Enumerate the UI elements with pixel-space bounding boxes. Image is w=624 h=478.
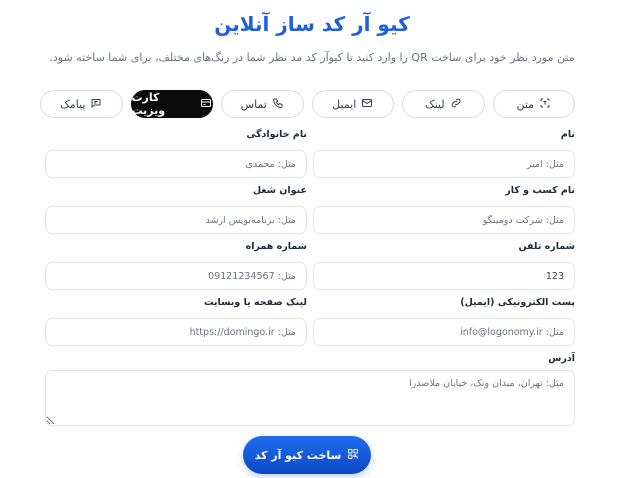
company-label: نام کسب و کار [505, 185, 575, 196]
generate-qr-label: ساخت کیو آر کد [254, 448, 342, 462]
mobile-label: شماره همراه [245, 241, 307, 252]
last-name-input[interactable] [45, 150, 307, 178]
last-name-label: نام خانوادگی [246, 129, 307, 140]
tab-label: پیامک [60, 97, 86, 111]
qr-type-tabs: متن لینک ایمیل تماس کارت ویزیت پیامک [40, 90, 575, 118]
page-subtitle: متن مورد نظر خود برای ساخت QR را وارد کن… [49, 51, 575, 64]
email-label: پست الکترونیکی (ایمیل) [460, 297, 575, 308]
tab-label: لینک [424, 97, 445, 111]
tab-business-card[interactable]: کارت ویزیت [130, 90, 213, 118]
mail-icon [361, 97, 373, 112]
tab-text[interactable]: متن [492, 90, 575, 118]
tab-email[interactable]: ایمیل [311, 90, 394, 118]
job-title-group: عنوان شغل [45, 184, 307, 234]
link-icon [450, 97, 462, 112]
phone-input[interactable] [313, 262, 575, 290]
job-title-label: عنوان شغل [252, 185, 307, 196]
tab-label: ایمیل [332, 97, 357, 111]
generate-qr-button[interactable]: ساخت کیو آر کد [243, 436, 371, 474]
tab-contact[interactable]: تماس [221, 90, 304, 118]
email-group: پست الکترونیکی (ایمیل) [313, 296, 575, 346]
phone-group: شماره تلفن [313, 240, 575, 290]
website-input[interactable] [45, 318, 307, 346]
address-label: آدرس [548, 353, 575, 364]
tab-label: کارت ویزیت [131, 91, 166, 117]
tab-link[interactable]: لینک [402, 90, 485, 118]
tab-sms[interactable]: پیامک [40, 90, 123, 118]
mobile-input[interactable] [45, 262, 307, 290]
website-group: لینک صفحه یا وبسایت [45, 296, 307, 346]
company-group: نام کسب و کار [313, 184, 575, 234]
job-title-input[interactable] [45, 206, 307, 234]
last-name-group: نام خانوادگی [45, 128, 307, 178]
address-textarea[interactable] [45, 370, 575, 426]
first-name-group: نام [313, 128, 575, 178]
company-input[interactable] [313, 206, 575, 234]
tab-label: متن [516, 97, 535, 111]
card-icon [200, 97, 212, 112]
address-group: آدرس [45, 352, 575, 426]
phone-label: شماره تلفن [518, 241, 576, 252]
text-scan-icon [539, 97, 551, 112]
phone-icon [272, 97, 284, 112]
message-icon [90, 97, 102, 112]
page-title: کیو آر کد ساز آنلاین [214, 12, 410, 36]
email-input[interactable] [313, 318, 575, 346]
tab-label: تماس [240, 97, 267, 111]
first-name-input[interactable] [313, 150, 575, 178]
website-label: لینک صفحه یا وبسایت [203, 297, 307, 308]
mobile-group: شماره همراه [45, 240, 307, 290]
first-name-label: نام [560, 129, 575, 140]
qr-code-icon [347, 448, 359, 463]
